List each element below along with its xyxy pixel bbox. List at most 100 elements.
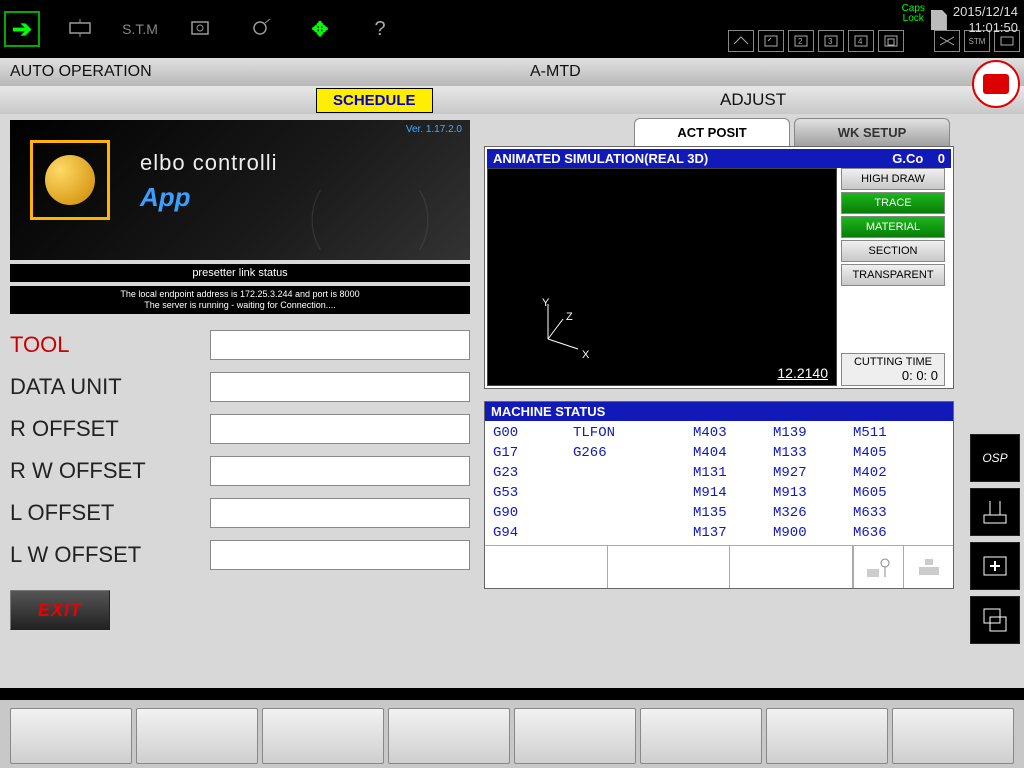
help-icon[interactable]: ?	[360, 18, 400, 41]
status-cell-3	[730, 546, 853, 588]
mini-icon-4[interactable]: 3	[818, 30, 844, 52]
mini-icon-5[interactable]: 4	[848, 30, 874, 52]
status-code	[573, 465, 693, 481]
status-code: TLFON	[573, 425, 693, 441]
status-code: M605	[853, 485, 933, 501]
schedule-tab[interactable]: SCHEDULE	[316, 88, 433, 113]
r-offset-input[interactable]	[210, 414, 470, 444]
top-icon-1[interactable]	[60, 19, 100, 40]
lw-offset-label: L W OFFSET	[10, 542, 210, 568]
tab-act-posit[interactable]: ACT POSIT	[634, 118, 790, 146]
status-code: M135	[693, 505, 773, 521]
app-panel: Ver. 1.17.2.0 elbo controlli App presett…	[10, 120, 470, 630]
app-title: elbo controlli	[140, 150, 278, 176]
lw-offset-input[interactable]	[210, 540, 470, 570]
status-code: M404	[693, 445, 773, 461]
status-icon-2[interactable]	[903, 546, 953, 588]
machine-status-title: MACHINE STATUS	[485, 402, 953, 421]
tab-wk-setup[interactable]: WK SETUP	[794, 118, 950, 146]
app-logo-icon	[30, 140, 120, 230]
softkey-5[interactable]	[514, 708, 636, 764]
move-cross-icon[interactable]: ✥	[300, 17, 340, 42]
status-code: M326	[773, 505, 853, 521]
status-cell-1	[485, 546, 608, 588]
document-icon[interactable]	[931, 10, 947, 30]
softkey-bar	[0, 700, 1024, 768]
status-code: M913	[773, 485, 853, 501]
softkey-3[interactable]	[262, 708, 384, 764]
status-code: M403	[693, 425, 773, 441]
link-status-title: presetter link status	[10, 264, 470, 282]
right-panel: ACT POSIT WK SETUP ANIMATED SIMULATION(R…	[484, 118, 954, 589]
tool-input[interactable]	[210, 330, 470, 360]
status-code: M900	[773, 525, 853, 541]
date: 2015/12/14	[953, 4, 1018, 20]
status-code: M405	[853, 445, 933, 461]
caps-lock-indicator: Caps Lock	[902, 4, 925, 24]
section-button[interactable]: SECTION	[841, 240, 945, 262]
status-code: G23	[493, 465, 573, 481]
osp-icon[interactable]: OSP	[970, 434, 1020, 482]
simulation-panel: ANIMATED SIMULATION(REAL 3D) G.Co 0 Y Z …	[484, 146, 954, 389]
status-code: G90	[493, 505, 573, 521]
material-button[interactable]: MATERIAL	[841, 216, 945, 238]
status-code: G17	[493, 445, 573, 461]
trace-button[interactable]: TRACE	[841, 192, 945, 214]
coord-readout: 12.2140	[777, 365, 828, 381]
axis-gizmo-icon	[528, 299, 588, 359]
softkey-2[interactable]	[136, 708, 258, 764]
status-code: G53	[493, 485, 573, 501]
svg-text:4: 4	[858, 37, 863, 46]
app-version: Ver. 1.17.2.0	[406, 124, 462, 135]
run-icon[interactable]: ➔	[4, 11, 40, 47]
softkey-7[interactable]	[766, 708, 888, 764]
mini-icon-2[interactable]	[758, 30, 784, 52]
status-icon-1[interactable]	[853, 546, 903, 588]
tool-label: TOOL	[10, 332, 210, 358]
mini-icon-6[interactable]	[878, 30, 904, 52]
data-unit-label: DATA UNIT	[10, 374, 210, 400]
data-unit-input[interactable]	[210, 372, 470, 402]
status-code: G94	[493, 525, 573, 541]
status-code: M511	[853, 425, 933, 441]
status-code: M633	[853, 505, 933, 521]
l-offset-label: L OFFSET	[10, 500, 210, 526]
mode-header: AUTO OPERATION A-MTD	[0, 58, 1024, 86]
rw-offset-input[interactable]	[210, 456, 470, 486]
link-status-message: The local endpoint address is 172.25.3.2…	[10, 286, 470, 314]
l-offset-input[interactable]	[210, 498, 470, 528]
softkey-6[interactable]	[640, 708, 762, 764]
status-code: M139	[773, 425, 853, 441]
right-icon-strip: OSP	[970, 434, 1020, 644]
simulation-viewport[interactable]: Y Z X 12.2140	[487, 168, 837, 386]
app-banner: Ver. 1.17.2.0 elbo controlli App	[10, 120, 470, 260]
tools-icon[interactable]	[970, 488, 1020, 536]
status-code: M131	[693, 465, 773, 481]
sim-title: ANIMATED SIMULATION(REAL 3D)	[493, 151, 708, 166]
rw-offset-label: R W OFFSET	[10, 458, 210, 484]
softkey-1[interactable]	[10, 708, 132, 764]
status-code: G266	[573, 445, 693, 461]
transparent-button[interactable]: TRANSPARENT	[841, 264, 945, 286]
cutting-time-box: CUTTING TIME 0: 0: 0	[841, 353, 945, 386]
emergency-stop-icon[interactable]	[972, 60, 1020, 108]
machine-status-grid: G00TLFONM403M139M511 G17G266M404M133M405 G…	[485, 421, 953, 545]
status-code: M914	[693, 485, 773, 501]
mini-icon-1[interactable]	[728, 30, 754, 52]
status-code: M137	[693, 525, 773, 541]
softkey-4[interactable]	[388, 708, 510, 764]
top-icon-3[interactable]	[240, 19, 280, 40]
plus-icon[interactable]	[970, 542, 1020, 590]
adjust-tab[interactable]: ADJUST	[720, 90, 786, 110]
machine-status-panel: MACHINE STATUS G00TLFONM403M139M511G17G2…	[484, 401, 954, 589]
program-label: A-MTD	[530, 63, 581, 81]
top-icon-2[interactable]	[180, 19, 220, 40]
exit-button[interactable]: EXIT	[10, 590, 110, 630]
high-draw-button[interactable]: HIGH DRAW	[841, 168, 945, 190]
status-code: M133	[773, 445, 853, 461]
status-code: G00	[493, 425, 573, 441]
mini-icon-3[interactable]: 2	[788, 30, 814, 52]
softkey-8[interactable]	[892, 708, 1014, 764]
windows-icon[interactable]	[970, 596, 1020, 644]
status-code	[573, 505, 693, 521]
